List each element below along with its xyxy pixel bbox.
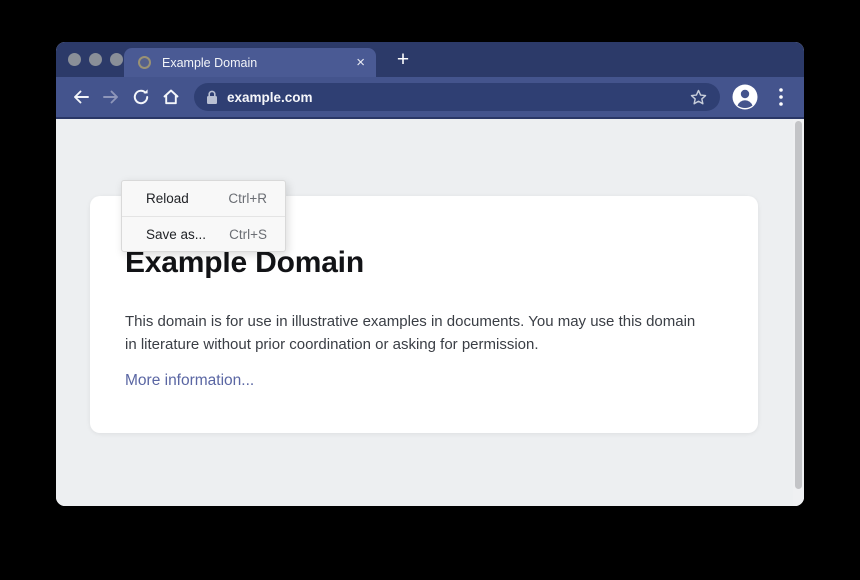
home-icon <box>161 87 181 107</box>
tab-title: Example Domain <box>162 56 257 70</box>
page-content: Example Domain This domain is for use in… <box>56 119 804 506</box>
new-tab-button[interactable]: + <box>389 42 417 77</box>
browser-window: Example Domain × + <box>56 42 804 506</box>
context-menu-item-reload[interactable]: Reload Ctrl+R <box>122 181 285 216</box>
menu-item-label: Save as... <box>146 227 206 242</box>
kebab-menu-icon <box>779 88 783 106</box>
context-menu: Reload Ctrl+R Save as... Ctrl+S <box>121 180 286 252</box>
tab-favicon-globe-icon <box>138 56 151 69</box>
toolbar: example.com <box>56 77 804 119</box>
profile-avatar-icon <box>732 84 758 110</box>
url-text: example.com <box>227 90 313 105</box>
reload-icon <box>131 87 151 107</box>
menu-item-label: Reload <box>146 191 189 206</box>
back-arrow-icon <box>71 87 91 107</box>
traffic-light-zoom[interactable] <box>110 53 123 66</box>
titlebar: Example Domain × + <box>56 42 804 77</box>
bookmark-star-icon[interactable] <box>689 88 708 107</box>
more-information-link[interactable]: More information... <box>125 372 254 390</box>
scrollbar-track[interactable] <box>793 119 804 506</box>
tab-example-domain[interactable]: Example Domain × <box>124 48 376 77</box>
tab-close-icon[interactable]: × <box>356 48 365 77</box>
traffic-light-close[interactable] <box>68 53 81 66</box>
menu-item-shortcut: Ctrl+S <box>229 227 267 242</box>
forward-arrow-icon <box>101 87 121 107</box>
back-button[interactable] <box>66 82 96 112</box>
overflow-menu-button[interactable] <box>770 82 792 112</box>
profile-button[interactable] <box>732 84 758 110</box>
traffic-lights <box>68 53 123 66</box>
page-paragraph: This domain is for use in illustrative e… <box>125 310 711 356</box>
scrollbar-thumb[interactable] <box>795 121 802 489</box>
address-bar[interactable]: example.com <box>194 83 720 111</box>
menu-item-shortcut: Ctrl+R <box>228 191 267 206</box>
context-menu-item-save-as[interactable]: Save as... Ctrl+S <box>122 216 285 251</box>
home-button[interactable] <box>156 82 186 112</box>
forward-button[interactable] <box>96 82 126 112</box>
reload-button[interactable] <box>126 82 156 112</box>
lock-icon[interactable] <box>206 90 218 105</box>
traffic-light-minimize[interactable] <box>89 53 102 66</box>
